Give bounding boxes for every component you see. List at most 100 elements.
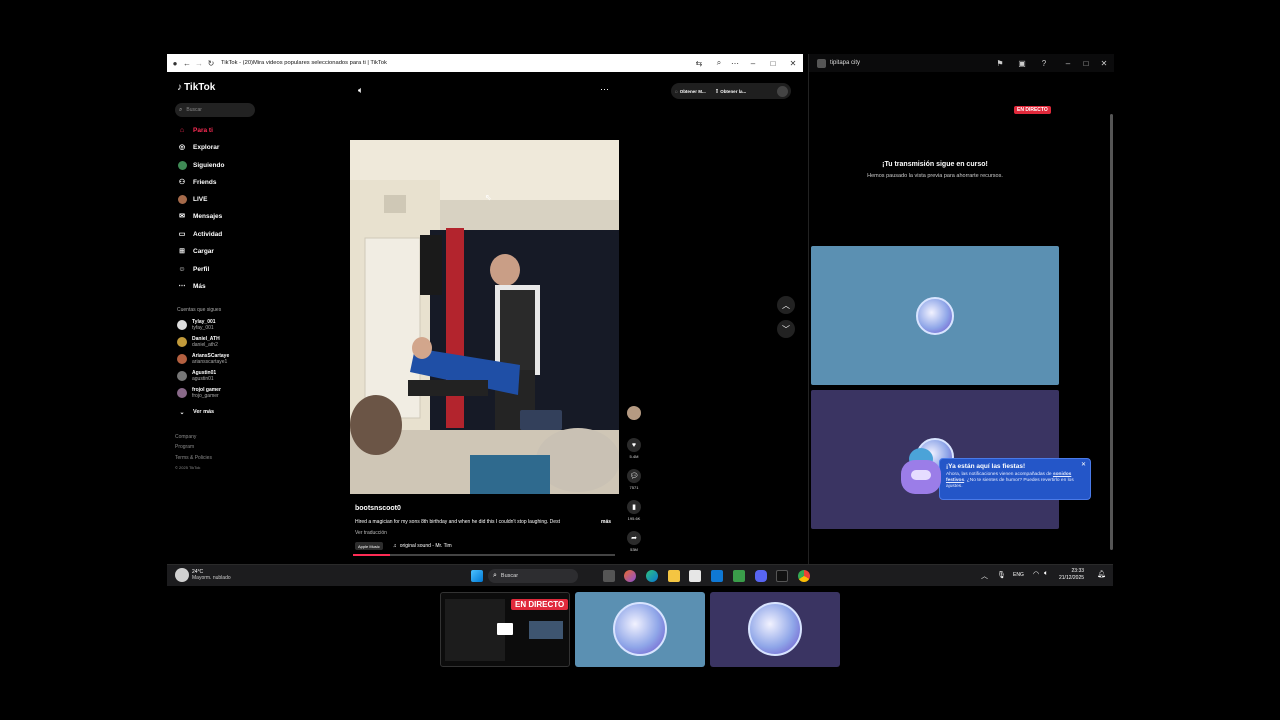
share-icon: ➦ [627,531,641,545]
weather-widget[interactable]: 24°C Mayorm. nublado [175,568,231,582]
clock[interactable]: 23:33 21/12/2025 [1059,568,1084,582]
file-explorer-icon[interactable] [668,570,680,582]
footer-link[interactable]: Terms & Policies [175,455,212,461]
mascot-icon [901,448,941,494]
participant-avatar [748,602,802,656]
inbox-icon[interactable]: ▣ [1016,57,1028,69]
video-author[interactable]: bootsnscoot0 [355,505,401,512]
video-progress-bar[interactable] [353,554,615,556]
tiktok-taskbar-icon[interactable] [776,570,788,582]
minimize-icon[interactable]: – [747,57,759,69]
participant-tile[interactable] [811,246,1059,385]
caption-more-link[interactable]: más [601,519,611,525]
nav-perfil[interactable]: ☺ Perfil [177,262,209,276]
get-desktop-button[interactable]: ▯ Obtener la... [716,88,747,94]
notification-icon[interactable]: 🔔︎ [1097,570,1106,578]
nav-siguiendo[interactable]: Siguiendo [177,158,224,172]
server-icon [817,58,826,68]
reload-icon[interactable]: ↻ [205,57,217,69]
more-options-icon[interactable]: ⋯ [600,84,609,95]
nav-live[interactable]: LIVE [177,192,207,206]
close-icon[interactable]: ✕ [787,57,799,69]
see-more-link[interactable]: ⌄ Ver más [177,405,214,419]
flag-icon[interactable]: ⚑ [994,57,1006,69]
nav-cargar[interactable]: ⊞ Cargar [177,244,214,258]
tiktok-note-icon: ♪ [177,82,182,93]
task-view-icon[interactable] [603,570,615,582]
footer-link[interactable]: Company [175,434,196,440]
comment-icon: 💬︎ [627,469,641,483]
holiday-toast[interactable]: ¡Ya están aquí las fiestas! Ahora, las n… [939,458,1091,500]
nav-mas[interactable]: ⋯ Más [177,279,206,293]
account-item[interactable]: AriansSCartaye ariansscartaye1 [177,352,229,366]
footer-link[interactable]: Program [175,444,194,450]
tiktok-logo[interactable]: ♪ TikTok [177,82,215,93]
get-app-button[interactable]: ◌ Obtener M... [675,89,706,94]
volume-icon[interactable]: 🔈︎ [1044,570,1048,578]
sound-link[interactable]: ♫ original sound - Mr. Tim [393,543,452,549]
user-avatar[interactable] [777,85,788,97]
top-button-group: ◌ Obtener M... ▯ Obtener la... [671,83,791,99]
browser-logo-icon: ● [172,58,178,68]
search-icon: ⌕ [493,572,497,579]
app-icon[interactable] [733,570,745,582]
copilot-icon[interactable] [624,570,636,582]
translate-link[interactable]: Ver traducción [355,530,387,536]
discord-taskbar-icon[interactable] [755,570,767,582]
toast-body: Ahora, las notificaciones vienen acompañ… [946,472,1074,489]
music-badge[interactable]: Apple Music [355,542,383,550]
author-avatar[interactable] [626,406,642,420]
screen-preview [445,599,505,661]
share-button[interactable]: ➦ 53M [626,531,642,552]
discord-scrollbar[interactable] [1110,114,1113,550]
like-button[interactable]: ♥ 5.4M [626,438,642,459]
account-item[interactable]: Tylay_001 tyfay_001 [177,318,216,332]
save-button[interactable]: ▮ 195.6K [626,500,642,521]
edge-icon[interactable] [646,570,658,582]
stream-subtitle: Hemos pausado la vista previa para ahorr… [867,173,1003,179]
start-icon[interactable] [471,570,483,582]
next-video-button[interactable]: ﹀ [777,320,795,338]
close-icon[interactable]: ✕ [1098,57,1110,69]
nav-para-ti[interactable]: ⌂ Para ti [177,123,213,137]
volume-icon[interactable]: 🔈︎ [358,85,363,96]
extensions-icon[interactable]: ⋯ [729,57,741,69]
browser-titlebar: ● ← → ↻ TikTok - (20)Mira videos popular… [167,54,803,72]
store-icon[interactable] [689,570,701,582]
help-icon[interactable]: ? [1038,57,1050,69]
account-item[interactable]: Daniel_ATH daniel_ath2 [177,335,220,349]
stream-thumbnail-screen[interactable]: EN DIRECTO [440,592,570,667]
nav-friends[interactable]: ⚇ Friends [177,175,217,189]
nav-mensajes[interactable]: ✉ Mensajes [177,209,222,223]
maximize-icon[interactable]: □ [767,57,779,69]
translate-icon[interactable]: ⇆ [693,57,705,69]
language-indicator[interactable]: ENG [1013,572,1024,578]
participant-avatar [613,602,667,656]
discord-window-title: tipitapa city [830,60,861,66]
nav-explorar[interactable]: ◎ Explorar [177,140,219,154]
wifi-icon[interactable]: ◠ [1033,570,1039,578]
stream-title: ¡Tu transmisión sigue en curso! [882,161,988,168]
forward-icon[interactable]: → [193,57,205,69]
taskbar-search[interactable]: ⌕ Buscar [488,569,578,583]
nav-actividad[interactable]: ▭ Actividad [177,227,223,241]
account-item[interactable]: Agustin01 agustin01 [177,369,216,383]
prev-video-button[interactable]: ︿ [777,296,795,314]
outlook-icon[interactable] [711,570,723,582]
participant-thumbnail[interactable] [575,592,705,667]
minimize-icon[interactable]: – [1062,57,1074,69]
back-icon[interactable]: ← [181,57,193,69]
live-badge: EN DIRECTO [1014,106,1051,114]
messages-icon: ✉ [179,213,185,220]
windows-taskbar: 24°C Mayorm. nublado ⌕ Buscar ︿ 🎙︎ ENG ◠ … [167,564,1113,586]
search-input[interactable]: ⌕ Buscar [175,103,255,117]
comment-button[interactable]: 💬︎ 7571 [626,469,642,490]
chrome-icon[interactable] [798,570,810,582]
tray-chevron-icon[interactable]: ︿ [981,571,988,581]
toast-close-icon[interactable]: ✕ [1081,461,1086,468]
zoom-icon[interactable]: ⌕ [713,57,725,69]
account-item[interactable]: frojol gamer frojo_gamer [177,386,221,400]
participant-thumbnail[interactable] [710,592,840,667]
mic-icon[interactable]: 🎙︎ [997,571,1006,579]
maximize-icon[interactable]: □ [1080,57,1092,69]
